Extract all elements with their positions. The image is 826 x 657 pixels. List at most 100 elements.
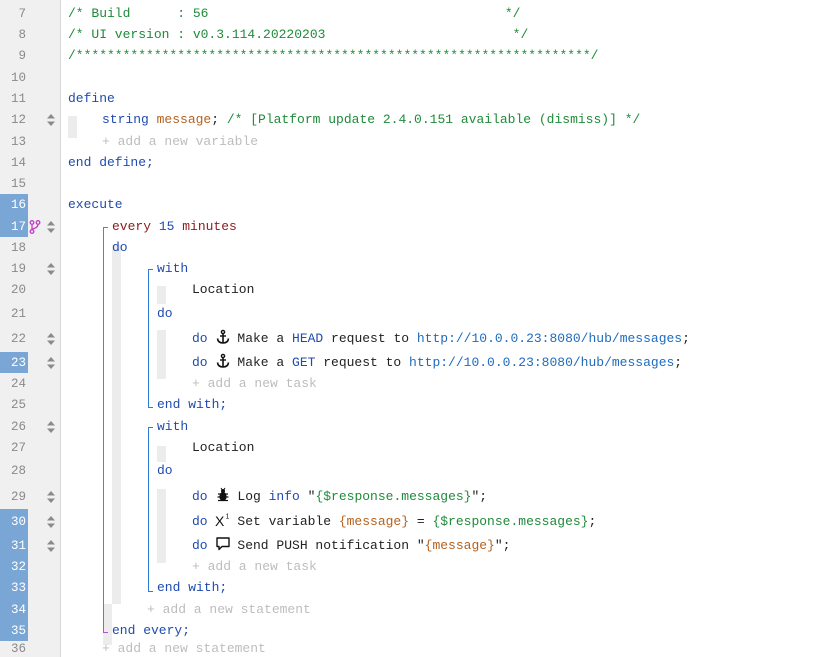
every-block-bracket-bottom: [103, 632, 108, 633]
code-line: end every;: [112, 621, 190, 641]
code-line: end with;: [157, 578, 227, 598]
line-number: 22: [10, 332, 26, 346]
line-number: 30: [10, 515, 26, 529]
line-number: 23: [10, 355, 26, 370]
keyword: with: [157, 418, 189, 434]
add-placeholder[interactable]: + add a new variable: [102, 134, 258, 149]
variable-name: {message}: [338, 514, 410, 529]
with-block-bracket: [148, 427, 149, 591]
code-line: with: [157, 417, 188, 437]
code-token: ;: [211, 112, 227, 127]
code-token: every: [112, 218, 159, 234]
code-token: ": [299, 488, 316, 504]
code-token: minutes: [182, 218, 237, 234]
with-block-bracket-top: [148, 269, 153, 270]
code-token: Send PUSH notification ": [237, 537, 425, 553]
code-token: HEAD: [292, 331, 324, 346]
add-placeholder[interactable]: + add a new task: [192, 376, 317, 391]
line-number: 13: [10, 134, 26, 149]
line-number: 20: [10, 283, 26, 297]
line-number: 21: [10, 306, 26, 321]
indent-guide: [157, 489, 166, 563]
svg-text:X: X: [215, 513, 225, 528]
with-block-bracket-bottom: [148, 407, 153, 408]
keyword: do: [192, 354, 216, 370]
add-placeholder[interactable]: + add a new statement: [102, 641, 266, 656]
drag-handle-icon[interactable]: [46, 262, 56, 276]
code-token: Make a: [237, 331, 293, 346]
line-number: 35: [10, 623, 26, 638]
keyword: do: [157, 305, 173, 321]
drag-handle-icon[interactable]: [46, 220, 56, 234]
indent-guide: [112, 245, 121, 604]
drag-handle-icon[interactable]: [46, 420, 56, 434]
add-placeholder[interactable]: + add a new task: [192, 559, 317, 574]
line-number: 32: [10, 559, 26, 574]
variable-icon: X1: [215, 512, 231, 529]
code-token: Set variable: [237, 514, 339, 529]
line-number: 26: [10, 419, 26, 434]
indent-guide: [157, 330, 166, 379]
code-line: execute: [68, 195, 123, 215]
keyword: end every;: [112, 622, 191, 638]
line-number: 18: [10, 240, 26, 255]
keyword: do: [112, 239, 128, 255]
line-number: 9: [18, 49, 26, 63]
git-branch-icon[interactable]: [29, 219, 41, 234]
anchor-icon: [215, 353, 231, 369]
add-placeholder[interactable]: + add a new statement: [147, 602, 311, 617]
line-number: 28: [10, 464, 26, 478]
code-token: Location: [192, 282, 255, 297]
drag-handle-icon[interactable]: [46, 356, 56, 370]
code-token: ;: [588, 514, 597, 529]
code-line: string message; /* [Platform update 2.4.…: [102, 110, 640, 130]
svg-text:1: 1: [226, 514, 230, 521]
line-number: 10: [10, 70, 26, 85]
drag-handle-icon[interactable]: [46, 113, 56, 127]
code-line: Location: [192, 438, 254, 458]
code-line: + add a new statement: [102, 639, 266, 657]
with-block-bracket: [148, 269, 149, 407]
line-number: 25: [10, 398, 26, 412]
comment: /* Build : 56 */: [68, 5, 521, 21]
line-number: 19: [10, 261, 26, 276]
code-line: do Log info "{$response.messages}";: [192, 487, 487, 507]
keyword: end with;: [157, 397, 228, 412]
indent-guide: [68, 116, 77, 138]
line-number: 14: [10, 155, 26, 170]
variable-name: message: [156, 112, 212, 127]
keyword: do: [157, 463, 173, 478]
code-token: request to: [323, 331, 417, 346]
line-number: 16: [10, 198, 26, 212]
line-number: 7: [18, 6, 26, 21]
with-block-bracket-top: [148, 427, 153, 428]
keyword: with: [157, 260, 189, 276]
drag-handle-icon[interactable]: [46, 490, 56, 504]
code-line: /***************************************…: [68, 46, 599, 66]
drag-handle-icon[interactable]: [46, 332, 56, 346]
keyword: do: [192, 488, 216, 504]
code-token: {$response.messages}: [432, 514, 589, 529]
code-line: do X 1 Set variable {message} = {$response…: [192, 512, 596, 532]
url-link[interactable]: http://10.0.0.23:8080/hub/messages: [417, 331, 682, 346]
code-line: /* UI version : v0.3.114.20220203 */: [68, 25, 528, 45]
code-token: GET: [292, 354, 316, 370]
keyword: end define;: [68, 154, 154, 170]
comment: /* UI version : v0.3.114.20220203 */: [68, 26, 529, 42]
code-token: Location: [192, 439, 255, 455]
every-block-bracket-top: [103, 227, 108, 228]
code-token: ;: [674, 354, 683, 370]
code-line: do Make a HEAD request to http://10.0.0.…: [192, 329, 690, 349]
line-number-gutter: 7 8 9 10 11 12 13 14 15 16 17 18 19 20 21 22 23 24 25 26 27 2…: [0, 0, 61, 657]
keyword: define: [68, 90, 115, 106]
keyword: do: [192, 514, 216, 529]
code-token: =: [409, 514, 433, 529]
url-link[interactable]: http://10.0.0.23:8080/hub/messages: [409, 355, 674, 370]
code-line: /* Build : 56 */: [68, 4, 520, 24]
keyword: do: [192, 537, 216, 553]
code-token: 15: [158, 218, 183, 234]
drag-handle-icon[interactable]: [46, 539, 56, 553]
drag-handle-icon[interactable]: [46, 515, 56, 529]
anchor-icon: [215, 329, 231, 345]
code-token: ";: [494, 537, 511, 553]
